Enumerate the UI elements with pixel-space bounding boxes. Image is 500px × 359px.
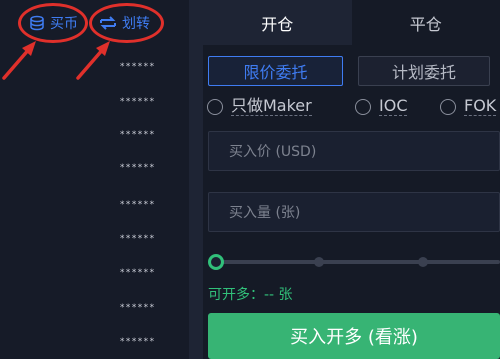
trade-tabs: 开仓 平仓	[203, 0, 500, 45]
tab-close-position[interactable]: 平仓	[351, 0, 500, 45]
fok-option[interactable]: FOK	[440, 96, 497, 116]
transfer-button[interactable]: 划转	[99, 13, 150, 33]
masked-value: ******	[119, 303, 155, 313]
ioc-option[interactable]: IOC	[355, 96, 408, 116]
buy-amount-input[interactable]: 买入量 (张)	[208, 192, 500, 232]
slider-tick[interactable]	[418, 257, 428, 267]
radio-icon	[207, 98, 223, 115]
maker-only-label: 只做Maker	[231, 96, 312, 116]
transfer-label: 划转	[122, 16, 150, 32]
panel-divider	[189, 0, 203, 359]
masked-value: ******	[119, 234, 155, 244]
tab-open-position[interactable]: 开仓	[203, 0, 352, 45]
buy-long-button[interactable]: 买入开多 (看涨)	[208, 313, 500, 359]
maker-only-option[interactable]: 只做Maker	[207, 97, 312, 116]
limit-order-button[interactable]: 限价委托	[208, 56, 343, 86]
ioc-label: IOC	[379, 96, 408, 116]
plan-order-button[interactable]: 计划委托	[358, 56, 490, 86]
buy-coin-label: 买币	[50, 16, 78, 32]
radio-icon	[355, 98, 371, 115]
trade-panel: 开仓 平仓 限价委托 计划委托 只做Maker IOC FOK 买入价 (USD…	[203, 0, 500, 359]
coins-icon	[29, 15, 45, 31]
masked-value: ******	[119, 130, 155, 140]
fok-label: FOK	[464, 96, 497, 116]
masked-value: ******	[119, 163, 155, 173]
buy-price-input[interactable]: 买入价 (USD)	[208, 131, 500, 171]
masked-value: ******	[119, 97, 155, 107]
masked-value: ******	[119, 62, 155, 72]
order-options: 只做Maker IOC FOK	[207, 97, 500, 119]
available-amount: 可开多：-- 张	[208, 287, 293, 303]
slider-track	[216, 260, 500, 264]
masked-value: ******	[119, 337, 155, 347]
slider-handle[interactable]	[208, 254, 224, 270]
orderbook-header: 买币 划转	[0, 0, 189, 45]
orderbook-panel: 买币 划转 ****** ****** ****** ****** ******…	[0, 0, 189, 359]
slider-tick[interactable]	[314, 257, 324, 267]
masked-value: ******	[119, 268, 155, 278]
masked-value: ******	[119, 200, 155, 210]
radio-icon	[440, 98, 456, 115]
buy-coin-button[interactable]: 买币	[29, 13, 78, 33]
amount-slider[interactable]	[208, 252, 500, 272]
transfer-icon	[99, 15, 117, 31]
